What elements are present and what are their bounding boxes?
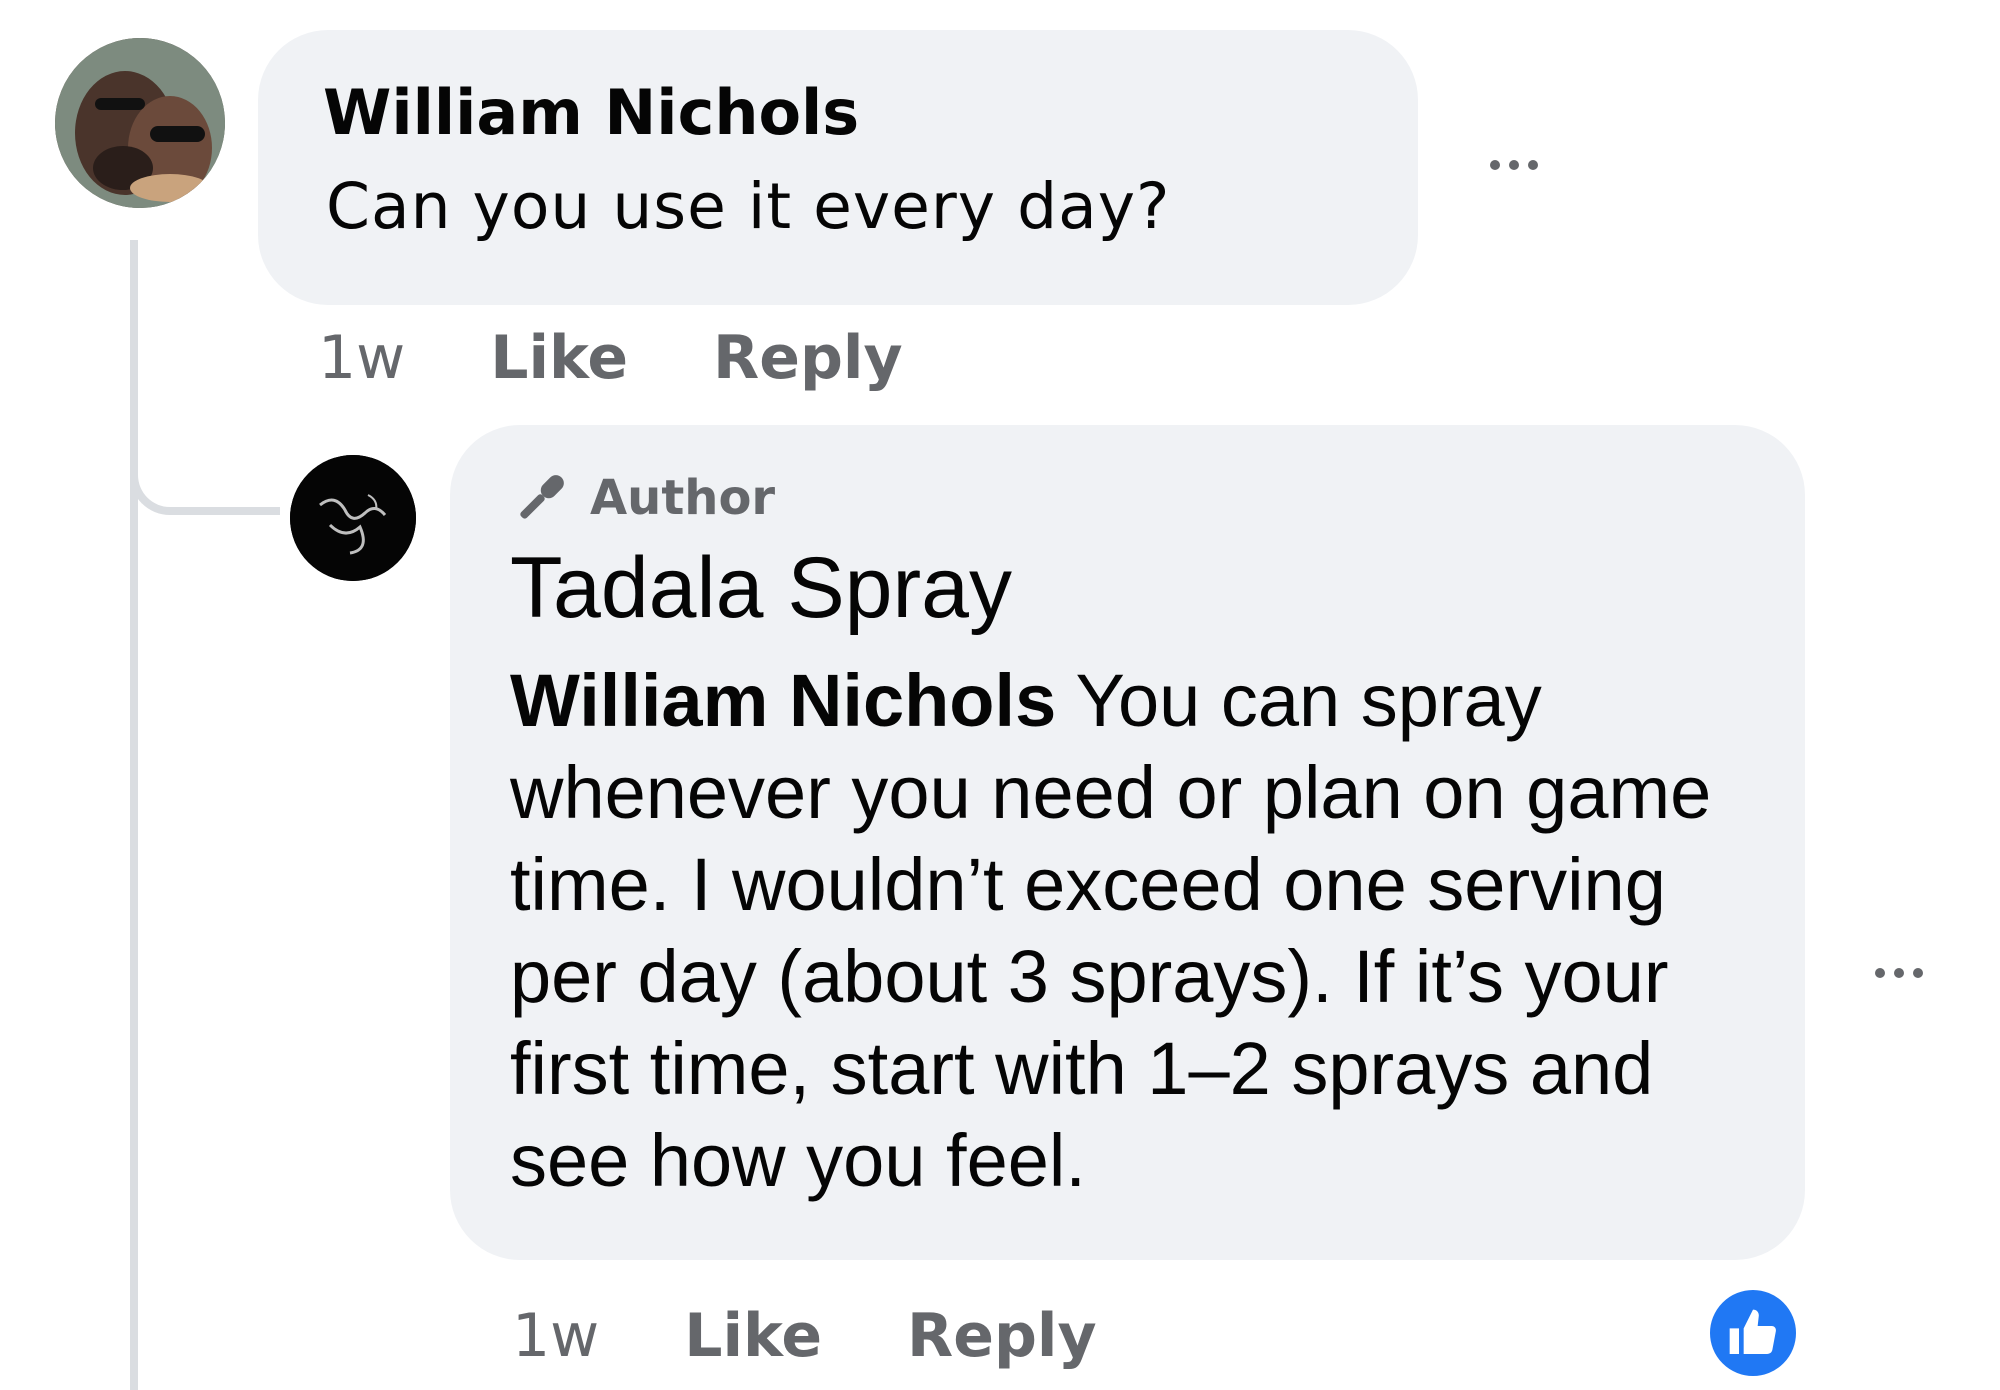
dot-icon — [1875, 968, 1885, 978]
comment-actions: 1w Like Reply — [318, 318, 903, 398]
reply-text: William Nichols You can spray whenever y… — [510, 655, 1750, 1207]
comment-timestamp[interactable]: 1w — [318, 323, 405, 393]
comment-author-name[interactable]: William Nichols — [323, 82, 859, 144]
comment-text: Can you use it every day? — [326, 170, 1171, 243]
dot-icon — [1528, 160, 1538, 170]
reply-bubble: Author Tadala Spray William Nichols You … — [450, 425, 1805, 1260]
dot-icon — [1913, 968, 1923, 978]
reply-author-name[interactable]: Tadala Spray — [510, 545, 1012, 631]
mention-link[interactable]: William Nichols — [510, 659, 1056, 742]
like-button[interactable]: Like — [684, 1301, 822, 1371]
thread-branch-connector — [130, 415, 280, 515]
brand-logo-icon — [290, 455, 416, 581]
reply-timestamp[interactable]: 1w — [512, 1301, 599, 1371]
reply-button[interactable]: Reply — [907, 1301, 1097, 1371]
more-options-button[interactable] — [1490, 160, 1538, 170]
profile-photo-icon — [55, 38, 225, 208]
comment-bubble: William Nichols Can you use it every day… — [258, 30, 1418, 305]
author-badge-label: Author — [590, 470, 776, 526]
thread-line — [130, 240, 138, 1390]
page-avatar[interactable] — [290, 455, 416, 581]
thumbs-up-icon — [1729, 1309, 1776, 1354]
dot-icon — [1490, 160, 1500, 170]
microphone-icon — [520, 475, 564, 519]
reply-button[interactable]: Reply — [713, 323, 903, 393]
like-reaction-badge[interactable] — [1705, 1285, 1801, 1381]
dot-icon — [1894, 968, 1904, 978]
avatar[interactable] — [55, 38, 225, 208]
dot-icon — [1509, 160, 1519, 170]
author-badge: Author — [510, 463, 775, 533]
like-button[interactable]: Like — [490, 323, 628, 393]
reply-actions: 1w Like Reply — [512, 1296, 1097, 1376]
more-options-button[interactable] — [1875, 968, 1923, 978]
